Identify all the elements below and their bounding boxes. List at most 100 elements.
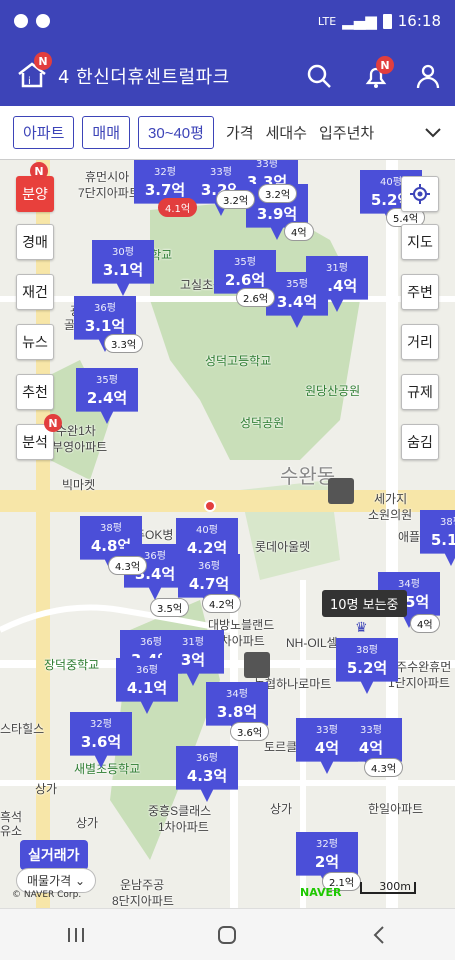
marker-size-label: 33평: [256, 160, 278, 170]
secondary-price-label[interactable]: 3.3억: [104, 334, 144, 353]
map-place-label: 세가지: [374, 492, 408, 506]
marker-price-label: 2억: [314, 853, 340, 871]
presale-new-badge: N: [30, 162, 48, 180]
listing-price-label: 매물가격: [27, 874, 72, 888]
search-icon[interactable]: [305, 62, 333, 90]
map-scale: 300m: [360, 881, 416, 894]
locate-me-button[interactable]: [401, 176, 439, 212]
side-btn-distance[interactable]: 거리: [401, 324, 439, 360]
map-place-label: 휴먼시아: [85, 170, 130, 184]
secondary-price-label[interactable]: 4.1억: [158, 198, 198, 217]
map-place-label: 부영아파트: [52, 440, 108, 454]
map-view[interactable]: 휴먼시아7단지아파트초등학교고실초등광교골성덕고등학교원당산공원성덕공원수완1차…: [0, 160, 455, 908]
shopping-bag-icon[interactable]: [328, 478, 354, 504]
secondary-price-label[interactable]: 4.3억: [364, 758, 404, 777]
shopping-bag-icon[interactable]: [244, 652, 270, 678]
marker-size-label: 36평: [198, 561, 220, 572]
map-place-label: 골: [64, 318, 76, 332]
system-nav-bar: [0, 908, 455, 960]
marker-size-label: 34평: [398, 579, 420, 590]
filter-price[interactable]: 가격: [226, 122, 254, 143]
marker-size-label: 32평: [154, 167, 176, 178]
status-bar: LTE ▂▄▆ 16:18: [0, 0, 455, 46]
side-btn-hide[interactable]: 숨김: [401, 424, 439, 460]
marker-size-label: 40평: [196, 525, 218, 536]
marker-size-label: 38평: [440, 517, 455, 528]
side-btn-presale[interactable]: 분양: [16, 176, 54, 212]
map-place-label: 수완1차: [56, 424, 96, 438]
copyright: © NAVER Corp.: [12, 890, 82, 900]
filter-year[interactable]: 입주년차: [319, 122, 374, 143]
map-place-label: 롯데아울렛: [255, 540, 311, 554]
app-header: i N 4 한신더휴센트럴파크 N: [0, 46, 455, 106]
map-place-label: 중흥S클래스: [148, 804, 212, 818]
marker-price-label: 5.2억: [346, 659, 388, 677]
marker-size-label: 33평: [360, 725, 382, 736]
marker-price-label: 3.7억: [144, 181, 186, 199]
marker-price-label: 4.7억: [188, 575, 230, 593]
map-place-label: 빅마켓: [62, 478, 96, 492]
district-label: 수완동: [280, 466, 336, 488]
secondary-price-label[interactable]: 3.5억: [150, 598, 190, 617]
marker-size-label: 36평: [196, 753, 218, 764]
marker-price-label: 2.4억: [86, 389, 128, 407]
filter-property-type[interactable]: 아파트: [13, 116, 75, 149]
secondary-price-label[interactable]: 3.6억: [230, 722, 270, 741]
marker-price-label: 4.1억: [126, 679, 168, 697]
marker-price-label: 4.3억: [186, 767, 228, 785]
marker-price-label: 3.4억: [276, 293, 318, 311]
secondary-price-label[interactable]: 4억: [410, 614, 440, 633]
map-place-label: 7단지아파트: [78, 186, 140, 200]
back-button[interactable]: [349, 915, 409, 955]
side-btn-redevelop[interactable]: 재건: [16, 274, 54, 310]
map-place-label: 유소: [0, 824, 23, 838]
page-title[interactable]: 4 한신더휴센트럴파크: [58, 63, 230, 89]
side-btn-news[interactable]: 뉴스: [16, 324, 54, 360]
side-btn-auction[interactable]: 경매: [16, 224, 54, 260]
bell-icon[interactable]: N: [362, 56, 394, 90]
map-place-label: 성덕고등학교: [205, 354, 272, 368]
filter-deal-type[interactable]: 매매: [82, 116, 131, 149]
home-new-badge: N: [34, 52, 52, 70]
bell-new-badge: N: [376, 56, 394, 74]
marker-price-label: 3.9억: [256, 205, 298, 223]
marker-size-label: 35평: [286, 279, 308, 290]
home-icon[interactable]: i N: [16, 52, 52, 90]
signal-icon: ▂▄▆: [342, 12, 377, 30]
side-btn-map[interactable]: 지도: [401, 224, 439, 260]
real-trade-price-button[interactable]: 실거래가: [20, 840, 88, 870]
secondary-price-label[interactable]: 3.2억: [258, 184, 298, 203]
secondary-price-label[interactable]: 4억: [284, 222, 314, 241]
map-place-label: 8단지아파트: [112, 894, 174, 908]
marker-size-label: 31평: [182, 637, 204, 648]
marker-price-label: 3.1억: [84, 317, 126, 335]
side-btn-regulation[interactable]: 규제: [401, 374, 439, 410]
secondary-price-label[interactable]: 4.2억: [202, 594, 242, 613]
home-button[interactable]: [197, 915, 257, 955]
map-place-label: 상가: [35, 782, 58, 796]
recent-apps-button[interactable]: [46, 915, 106, 955]
map-place-label: 상가: [270, 802, 293, 816]
map-place-label: 새별초등학교: [74, 762, 141, 776]
profile-icon[interactable]: [414, 62, 442, 90]
app-notification-icon: [36, 14, 50, 28]
crown-icon: ♛: [355, 620, 368, 636]
side-btn-nearby[interactable]: 주변: [401, 274, 439, 310]
marker-size-label: 35평: [96, 375, 118, 386]
secondary-price-label[interactable]: 3.2억: [216, 190, 256, 209]
secondary-price-label[interactable]: 2.6억: [236, 288, 276, 307]
marker-size-label: 34평: [226, 689, 248, 700]
marker-size-label: 30평: [112, 247, 134, 258]
chevron-down-icon[interactable]: [411, 106, 455, 159]
filter-bar: 아파트 매매 30~40평 가격 세대수 입주년차: [0, 106, 455, 160]
secondary-price-label[interactable]: 4.3억: [108, 556, 148, 575]
filter-size[interactable]: 30~40평: [138, 116, 214, 149]
marker-price-label: 4억: [358, 739, 384, 757]
analysis-new-badge: N: [44, 414, 62, 432]
map-place-label: 소원의원: [368, 508, 413, 522]
map-place-label: 상가: [76, 816, 99, 830]
filter-households[interactable]: 세대수: [266, 122, 307, 143]
marker-size-label: 32평: [90, 719, 112, 730]
side-btn-recommend[interactable]: 추천: [16, 374, 54, 410]
marker-size-label: 35평: [234, 257, 256, 268]
